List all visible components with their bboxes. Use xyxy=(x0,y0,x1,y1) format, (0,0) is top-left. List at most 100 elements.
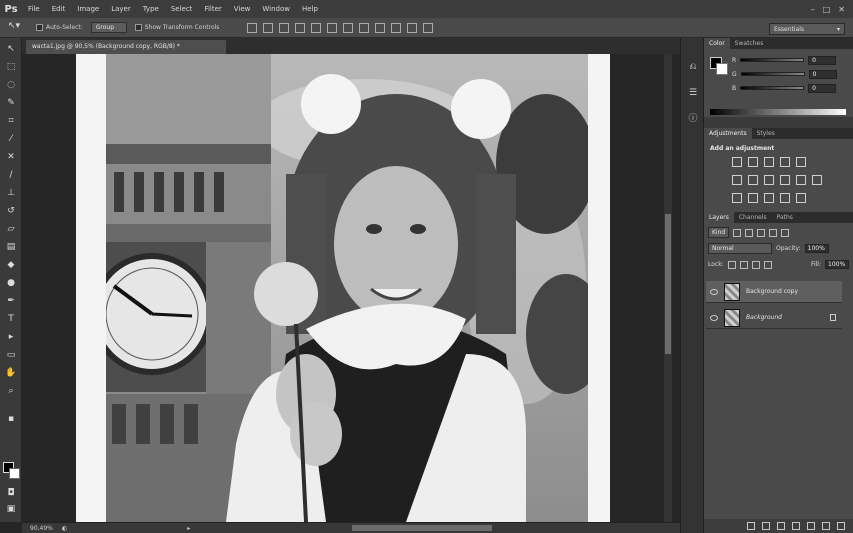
workspace-switcher[interactable]: Essentials ▾ xyxy=(769,23,845,35)
levels-icon[interactable] xyxy=(748,157,758,167)
layer-background-copy[interactable]: Background copy xyxy=(706,281,842,303)
color-lookup-icon[interactable] xyxy=(812,175,822,185)
maximize-button[interactable]: □ xyxy=(823,5,831,14)
eyedropper-tool-icon[interactable]: ⁄ xyxy=(4,132,18,146)
clone-stamp-tool-icon[interactable]: ⊥ xyxy=(4,186,18,200)
align-bottom-icon[interactable] xyxy=(279,22,290,33)
layer-mask-icon[interactable] xyxy=(777,522,785,530)
quick-select-tool-icon[interactable]: ✎ xyxy=(4,96,18,110)
lock-position-icon[interactable] xyxy=(751,260,760,269)
background-color-chip[interactable] xyxy=(716,63,728,75)
lock-transparency-icon[interactable] xyxy=(727,260,736,269)
auto-select-dropdown[interactable]: Group xyxy=(90,22,127,33)
align-left-icon[interactable] xyxy=(295,22,306,33)
menu-edit[interactable]: Edit xyxy=(46,5,72,13)
tab-color[interactable]: Color xyxy=(704,38,730,49)
menu-image[interactable]: Image xyxy=(71,5,105,13)
canvas-area[interactable] xyxy=(22,54,672,522)
status-arrow-icon[interactable]: ▸ xyxy=(187,525,190,532)
menu-layer[interactable]: Layer xyxy=(105,5,137,13)
blend-mode-dropdown[interactable]: Normal xyxy=(708,243,772,254)
blue-slider[interactable] xyxy=(740,86,805,90)
tab-styles[interactable]: Styles xyxy=(752,128,780,139)
distribute-middle-icon[interactable] xyxy=(359,22,370,33)
blur-tool-icon[interactable]: ◆ xyxy=(4,258,18,272)
status-info-icon[interactable]: ◐ xyxy=(62,525,67,532)
tab-swatches[interactable]: Swatches xyxy=(730,38,769,49)
color-spectrum[interactable] xyxy=(710,109,846,115)
close-button[interactable]: ✕ xyxy=(838,5,845,14)
curves-icon[interactable] xyxy=(764,157,774,167)
distribute-left-icon[interactable] xyxy=(391,22,402,33)
type-tool-icon[interactable]: T xyxy=(4,312,18,326)
dodge-tool-icon[interactable]: ● xyxy=(4,276,18,290)
green-value[interactable]: 0 xyxy=(808,69,837,79)
tab-layers[interactable]: Layers xyxy=(704,212,734,223)
tab-paths[interactable]: Paths xyxy=(772,212,798,223)
move-tool-preset-icon[interactable]: ↖▾ xyxy=(8,21,28,35)
horizontal-scrollbar-thumb[interactable] xyxy=(352,525,492,531)
distribute-bottom-icon[interactable] xyxy=(375,22,386,33)
vibrance-icon[interactable] xyxy=(796,157,806,167)
healing-brush-tool-icon[interactable]: ✕ xyxy=(4,150,18,164)
invert-icon[interactable] xyxy=(732,193,742,203)
marquee-tool-icon[interactable]: ⬚ xyxy=(4,60,18,74)
info-icon[interactable]: ⓘ xyxy=(686,110,700,124)
brightness-contrast-icon[interactable] xyxy=(732,157,742,167)
minimize-button[interactable]: – xyxy=(811,5,815,14)
menu-select[interactable]: Select xyxy=(165,5,199,13)
visibility-eye-icon[interactable] xyxy=(710,288,718,295)
layer-style-icon[interactable] xyxy=(762,522,770,530)
lock-pixels-icon[interactable] xyxy=(739,260,748,269)
document-tab[interactable]: wacta1.jpg @ 90,5% (Background copy, RGB… xyxy=(26,40,226,54)
pixel-filter-icon[interactable] xyxy=(733,228,742,237)
move-tool-icon[interactable]: ↖ xyxy=(4,42,18,56)
visibility-eye-icon[interactable] xyxy=(710,314,718,321)
threshold-icon[interactable] xyxy=(764,193,774,203)
channel-mixer-icon[interactable] xyxy=(796,175,806,185)
vertical-scrollbar[interactable] xyxy=(664,54,672,522)
red-slider[interactable] xyxy=(740,58,805,62)
pen-tool-icon[interactable]: ✒ xyxy=(4,294,18,308)
link-layers-icon[interactable] xyxy=(747,522,755,530)
green-slider[interactable] xyxy=(740,72,805,76)
fill-field[interactable]: 100% xyxy=(825,260,849,269)
lasso-tool-icon[interactable]: ◌ xyxy=(4,78,18,92)
gradient-map-icon[interactable] xyxy=(780,193,790,203)
adjustment-filter-icon[interactable] xyxy=(745,228,754,237)
menu-view[interactable]: View xyxy=(228,5,257,13)
layer-kind-filter[interactable]: Kind xyxy=(708,227,730,238)
menu-window[interactable]: Window xyxy=(256,5,296,13)
red-value[interactable]: 0 xyxy=(808,55,837,65)
tab-channels[interactable]: Channels xyxy=(734,212,772,223)
color-balance-icon[interactable] xyxy=(748,175,758,185)
brush-tool-icon[interactable]: / xyxy=(4,168,18,182)
distribute-right-icon[interactable] xyxy=(423,22,434,33)
quick-mask-icon[interactable]: ◘ xyxy=(4,486,18,500)
properties-icon[interactable]: ☰ xyxy=(686,86,700,100)
new-layer-icon[interactable] xyxy=(822,522,830,530)
opacity-field[interactable]: 100% xyxy=(804,244,829,253)
eraser-tool-icon[interactable]: ▱ xyxy=(4,222,18,236)
menu-filter[interactable]: Filter xyxy=(198,5,227,13)
menu-type[interactable]: Type xyxy=(137,5,165,13)
hue-saturation-icon[interactable] xyxy=(732,175,742,185)
menu-file[interactable]: File xyxy=(22,5,46,13)
scrollbar-thumb[interactable] xyxy=(665,214,671,354)
default-colors-icon[interactable]: ▪ xyxy=(4,412,18,426)
selective-color-icon[interactable] xyxy=(796,193,806,203)
layer-background[interactable]: Background xyxy=(706,307,842,329)
history-brush-tool-icon[interactable]: ↺ xyxy=(4,204,18,218)
crop-tool-icon[interactable]: ⌗ xyxy=(4,114,18,128)
path-selection-tool-icon[interactable]: ▸ xyxy=(4,330,18,344)
background-color-swatch[interactable] xyxy=(9,468,20,479)
rectangle-tool-icon[interactable]: ▭ xyxy=(4,348,18,362)
shape-filter-icon[interactable] xyxy=(769,228,778,237)
lock-all-icon[interactable] xyxy=(763,260,772,269)
tab-adjustments[interactable]: Adjustments xyxy=(704,128,752,139)
align-center-icon[interactable] xyxy=(311,22,322,33)
exposure-icon[interactable] xyxy=(780,157,790,167)
hand-tool-icon[interactable]: ✋ xyxy=(4,366,18,380)
zoom-tool-icon[interactable]: ⌕ xyxy=(4,384,18,398)
history-icon[interactable]: ⎌ xyxy=(686,60,700,74)
